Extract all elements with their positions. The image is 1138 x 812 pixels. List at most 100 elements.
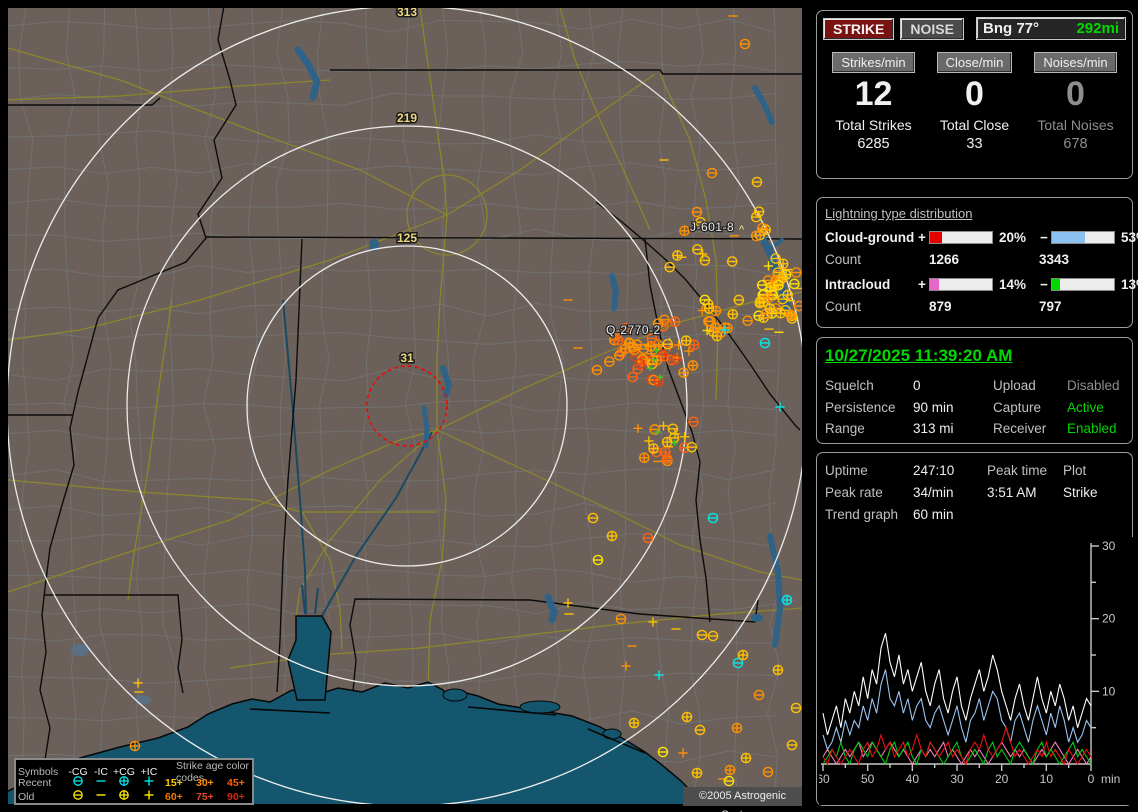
strike-symbol [785, 309, 796, 321]
strike-symbol [606, 530, 618, 542]
trend-x-unit: min [1101, 772, 1120, 786]
strike-symbol [612, 335, 624, 346]
trend-x-tick-label: 30 [950, 772, 964, 786]
strike-symbol [782, 289, 794, 301]
receiver-label: Receiver [993, 421, 1047, 436]
intracloud-label: Intracloud [825, 277, 891, 292]
uptime-value: 247:10 [913, 463, 955, 478]
strike-symbol [661, 436, 673, 448]
ic-plus-sign: + [918, 277, 926, 292]
age-code: 15+ [165, 776, 183, 789]
capture-label: Capture [993, 399, 1042, 415]
strike-symbol [660, 446, 671, 458]
strike-symbol [737, 649, 749, 661]
noises-per-min-button[interactable]: Noises/min [1034, 52, 1117, 73]
cp-symbol-icon [112, 789, 136, 804]
total-noises-value: 678 [1063, 136, 1088, 152]
squelch-value: 0 [913, 378, 921, 393]
ic-neg-count: 797 [1039, 299, 1062, 314]
im-symbol-icon [90, 789, 112, 804]
strike-symbol [648, 443, 659, 454]
peak-time-value: 3:51 AM [987, 485, 1037, 500]
strikes-per-min-button[interactable]: Strikes/min [832, 52, 915, 73]
capture-status: Active [1067, 399, 1104, 415]
strike-symbol [628, 717, 640, 729]
strike-symbol [687, 360, 699, 371]
status-panel: 10/27/2025 11:39:20 AM Squelch 0 Upload … [816, 337, 1133, 444]
bearing-value: Bng 77° [983, 20, 1040, 37]
strike-symbol [703, 303, 715, 314]
strikes-per-min-value: 12 [854, 75, 893, 113]
range-ring-label-31: 31 [400, 351, 414, 365]
peak-time-label: Peak time [987, 463, 1048, 478]
trend-x-tick-label: 10 [1040, 772, 1054, 786]
noise-button[interactable]: NOISE [900, 17, 964, 40]
strike-symbol [638, 452, 650, 464]
strike-symbol [731, 722, 743, 734]
upload-label: Upload [993, 378, 1036, 393]
total-close-label: Total Close [939, 117, 1010, 133]
strike-symbol [681, 711, 693, 723]
peak-rate-value: 34/min [913, 485, 954, 500]
strike-symbol [754, 297, 766, 309]
strike-symbol [672, 250, 683, 261]
upload-status: Disabled [1067, 378, 1120, 393]
ip-symbol-icon [136, 775, 162, 790]
noises-column: Noises/min 0 Total Noises 678 [1025, 52, 1126, 152]
strike-symbol [740, 752, 752, 764]
cg-count-label: Count [825, 252, 862, 267]
im-symbol-icon [90, 775, 112, 790]
close-column: Close/min 0 Total Close 33 [924, 52, 1025, 152]
strike-symbol [724, 764, 736, 776]
range-ring-label-219: 219 [397, 111, 417, 125]
total-noises-label: Total Noises [1037, 117, 1114, 133]
cm-symbol-icon [66, 789, 90, 804]
cloud-ground-label: Cloud-ground [825, 230, 915, 245]
legend-age-label: Old [18, 790, 35, 803]
trend-panel: Uptime 247:10 Peak time Plot Peak rate 3… [816, 452, 1133, 806]
storm-cell-marker: ` [668, 337, 672, 349]
strike-button[interactable]: STRIKE [823, 17, 895, 40]
strike-symbol [679, 225, 690, 237]
trend-y-tick-label: 30 [1102, 539, 1116, 553]
strike-symbol [763, 292, 775, 303]
range-ring-label-125: 125 [397, 231, 417, 245]
ic-count-label: Count [825, 299, 862, 314]
cg-neg-percent: 53% [1121, 230, 1138, 245]
uptime-label: Uptime [825, 463, 868, 478]
strike-symbol [653, 376, 665, 387]
trend-graph: 10 20 30 0 10 20 30 40 50 60 min [819, 537, 1133, 805]
strike-symbol [777, 258, 789, 270]
storm-cell-label: J-601-8 [690, 220, 734, 234]
storm-cell-label: Q-2770-2 [606, 323, 661, 337]
datetime-display: 10/27/2025 11:39:20 AM [825, 346, 1013, 365]
strike-symbol [764, 303, 776, 314]
cg-pos-count: 1266 [929, 252, 960, 267]
squelch-label: Squelch [825, 378, 874, 393]
trend-bg [819, 537, 1133, 805]
distribution-panel: Lightning type distribution Cloud-ground… [816, 197, 1138, 328]
strike-symbol [661, 453, 673, 464]
trend-graph-window: 60 min [913, 507, 954, 522]
plot-value: Strike [1063, 485, 1098, 500]
trend-y-tick-label: 20 [1102, 612, 1116, 626]
trend-y-tick-label: 10 [1102, 684, 1116, 698]
receiver-status: Enabled [1067, 421, 1117, 436]
close-per-min-button[interactable]: Close/min [936, 52, 1013, 73]
lightning-map-canvas[interactable]: 31 125 219 313 J-601-8 Q-2770-2 ^ ` [8, 8, 802, 804]
range-ring-label-313: 313 [397, 8, 417, 19]
ip-symbol-icon [136, 789, 162, 804]
cg-pos-bar [929, 231, 993, 244]
distribution-heading: Lightning type distribution [825, 206, 973, 221]
cm-symbol-icon [66, 775, 90, 790]
noises-per-min-value: 0 [1066, 75, 1085, 113]
rates-panel: STRIKE NOISE Bng 77° 292mi Strikes/min 1… [816, 10, 1133, 179]
age-code: 30+ [196, 776, 214, 789]
cg-neg-bar [1051, 231, 1115, 244]
age-code: 60+ [165, 790, 183, 803]
range-label: Range [825, 421, 865, 436]
distance-value: 292mi [1076, 20, 1119, 37]
strike-symbol [678, 367, 689, 378]
total-strikes-label: Total Strikes [835, 117, 912, 133]
trend-x-tick-label: 50 [861, 772, 875, 786]
